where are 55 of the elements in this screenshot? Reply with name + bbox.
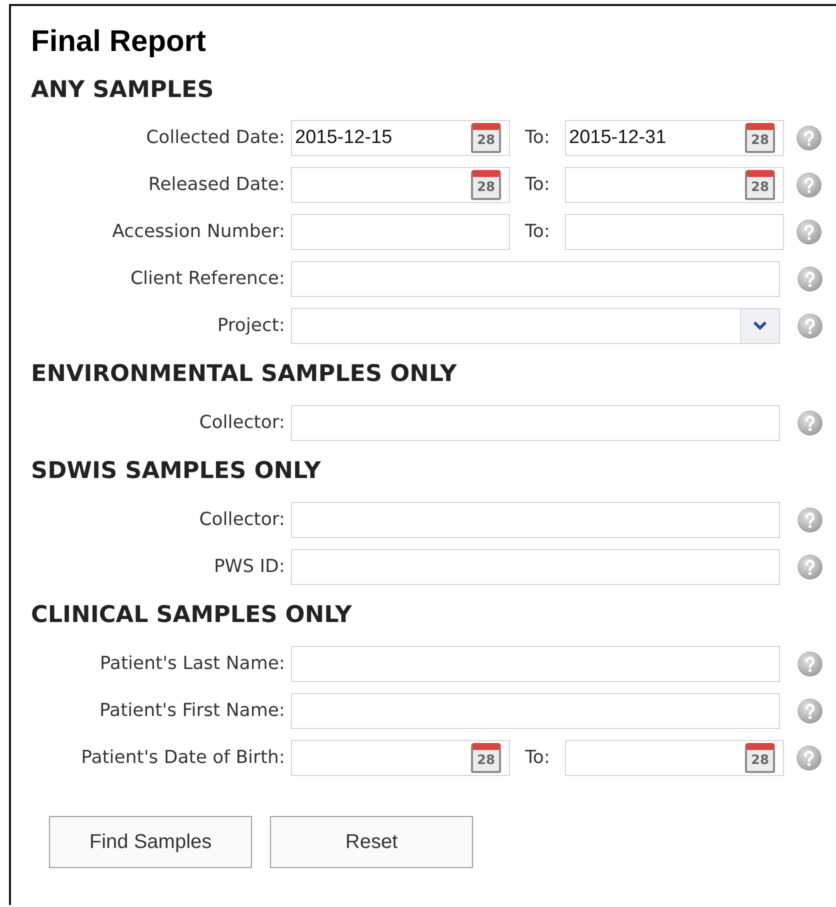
field-label: Patient's First Name:	[98, 700, 286, 721]
calendar-icon[interactable]: 28	[745, 742, 775, 772]
date-field[interactable]: 2015-12-31 28	[565, 120, 784, 156]
help-icon[interactable]	[797, 554, 823, 580]
help-icon[interactable]	[797, 312, 823, 338]
field-label: Project:	[216, 315, 286, 336]
field-label: Accession Number:	[111, 221, 286, 242]
chevron-down-icon	[753, 321, 767, 330]
input-field[interactable]	[291, 548, 780, 584]
field-label: Collector:	[198, 509, 286, 530]
input-field[interactable]	[291, 646, 780, 682]
calendar-icon[interactable]: 28	[471, 122, 501, 152]
input-field[interactable]	[291, 692, 780, 728]
page-title: Final Report	[31, 24, 208, 60]
section-heading: CLINICAL SAMPLES ONLY	[31, 601, 353, 630]
section-heading: SDWIS SAMPLES ONLY	[31, 457, 322, 486]
help-icon[interactable]	[797, 698, 823, 724]
help-icon[interactable]	[796, 124, 822, 150]
input-field[interactable]	[291, 404, 780, 440]
help-icon[interactable]	[796, 744, 822, 770]
help-icon[interactable]	[797, 650, 823, 676]
input-field[interactable]	[565, 214, 784, 250]
form-button[interactable]: Find Samples	[49, 816, 252, 868]
help-icon[interactable]	[797, 410, 823, 436]
to-label: To:	[524, 174, 551, 195]
input-field[interactable]	[291, 502, 780, 538]
field-label: Patient's Date of Birth:	[80, 747, 286, 768]
section-heading: ANY SAMPLES	[31, 76, 215, 105]
input-field[interactable]	[291, 214, 510, 250]
to-label: To:	[524, 127, 551, 148]
field-label: Patient's Last Name:	[98, 653, 286, 674]
date-field[interactable]: 28	[565, 740, 784, 776]
to-label: To:	[524, 221, 551, 242]
field-label: Collected Date:	[145, 127, 286, 148]
input-field[interactable]	[291, 260, 780, 296]
calendar-icon[interactable]: 28	[745, 122, 775, 152]
date-field[interactable]: 28	[565, 166, 784, 202]
form-button[interactable]: Reset	[270, 816, 473, 868]
calendar-icon[interactable]: 28	[745, 170, 775, 200]
section-heading: ENVIRONMENTAL SAMPLES ONLY	[31, 360, 458, 389]
date-field[interactable]: 28	[291, 166, 510, 202]
help-icon[interactable]	[797, 266, 823, 292]
project-dropdown[interactable]	[291, 308, 780, 344]
date-field[interactable]: 2015-12-15 28	[291, 120, 510, 156]
help-icon[interactable]	[796, 172, 822, 198]
help-icon[interactable]	[797, 506, 823, 532]
to-label: To:	[524, 747, 551, 768]
help-icon[interactable]	[796, 218, 822, 244]
calendar-icon[interactable]: 28	[471, 742, 501, 772]
field-label: Collector:	[198, 412, 286, 433]
field-label: Client Reference:	[129, 268, 286, 289]
calendar-icon[interactable]: 28	[471, 170, 501, 200]
field-label: PWS ID:	[212, 556, 286, 577]
date-field[interactable]: 28	[291, 740, 510, 776]
field-label: Released Date:	[147, 174, 286, 195]
